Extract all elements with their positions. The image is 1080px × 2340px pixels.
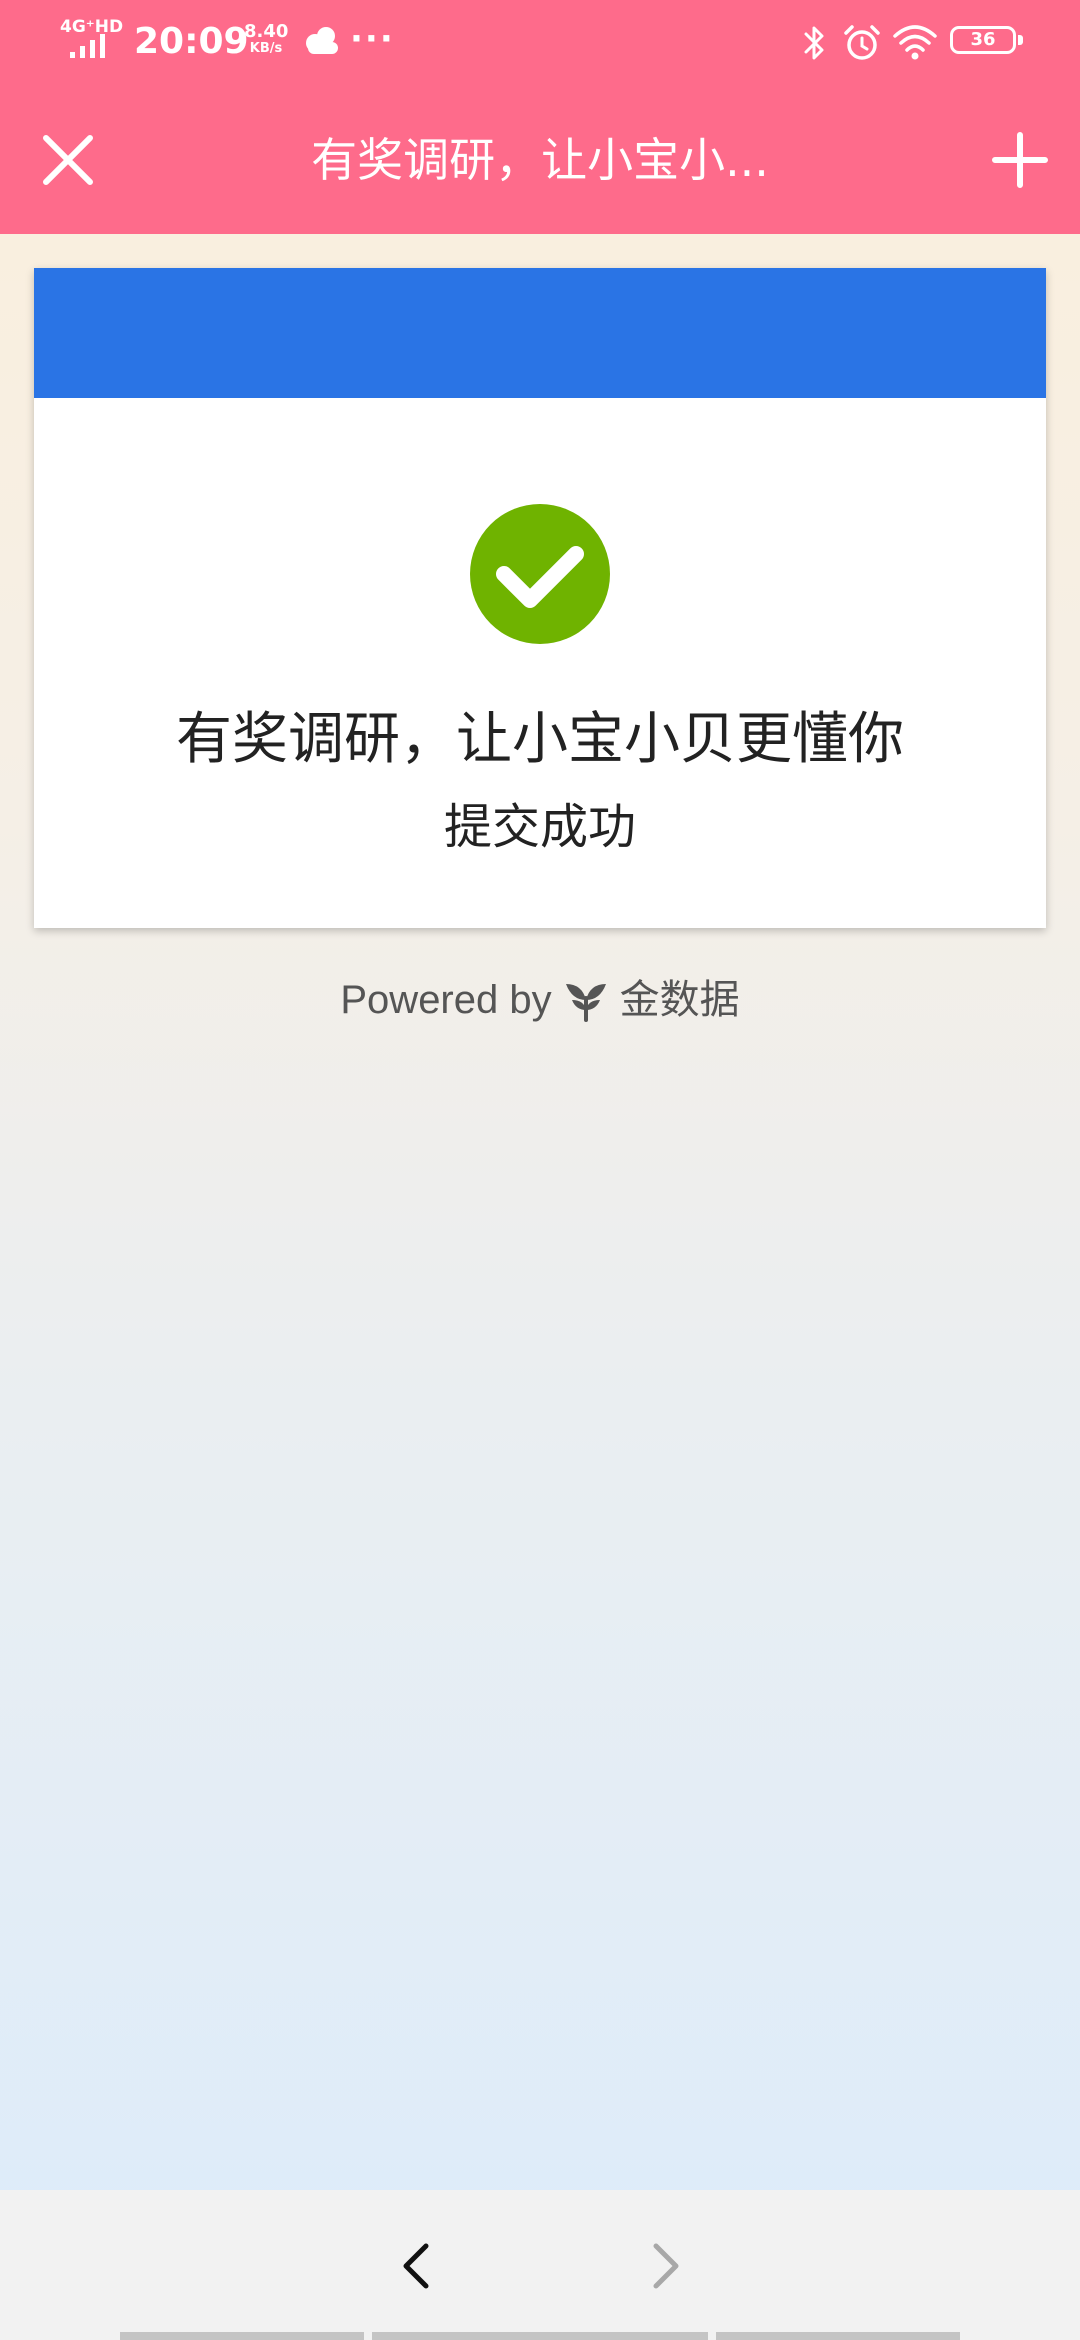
chevron-right-icon — [653, 2243, 679, 2289]
clock-time: 20:09 — [134, 21, 249, 62]
network-speed: 8.40 KB/s — [244, 22, 288, 56]
wifi-icon — [892, 24, 938, 60]
success-message: 提交成功 — [443, 799, 636, 855]
page-title: 有奖调研，让小宝小... — [311, 133, 769, 187]
network-speed-unit: KB/s — [249, 41, 283, 56]
battery-level: 36 — [950, 26, 1016, 54]
chevron-left-icon — [403, 2243, 429, 2289]
battery-tip — [1018, 35, 1023, 45]
alarm-icon — [842, 23, 882, 63]
back-button[interactable] — [380, 2230, 452, 2302]
nav-handle-segment — [120, 2332, 364, 2340]
status-bar: 4G⁺HD 20:09 8.40 KB/s ··· 36 — [0, 0, 1080, 84]
brand-name: 金数据 — [619, 977, 740, 1024]
survey-title: 有奖调研，让小宝小贝更懂你 — [176, 707, 904, 772]
navigation-handle[interactable] — [120, 2332, 960, 2340]
battery-icon: 36 — [950, 26, 1026, 58]
cloud-icon — [302, 24, 342, 58]
powered-by-label: Powered by — [340, 978, 552, 1023]
network-speed-value: 8.40 — [244, 21, 289, 42]
nav-handle-segment — [716, 2332, 960, 2340]
add-button[interactable] — [984, 124, 1056, 196]
more-notifications-icon: ··· — [350, 19, 395, 59]
browser-bottom-bar — [0, 2190, 1080, 2340]
plus-icon — [992, 132, 1048, 188]
nav-handle-segment — [372, 2332, 708, 2340]
signal-icon: 4G⁺HD — [60, 18, 123, 62]
bluetooth-icon — [800, 22, 830, 64]
app-header: 有奖调研，让小宝小... — [0, 84, 1080, 234]
powered-by-footer[interactable]: Powered by 金数据 — [0, 966, 1080, 1032]
sprout-logo-icon — [565, 984, 606, 1023]
card-banner — [34, 268, 1046, 398]
close-icon — [43, 135, 93, 185]
close-button[interactable] — [32, 124, 104, 196]
check-circle-icon — [470, 504, 610, 644]
forward-button[interactable] — [630, 2230, 702, 2302]
survey-result-card: 有奖调研，让小宝小贝更懂你 提交成功 — [34, 268, 1046, 928]
